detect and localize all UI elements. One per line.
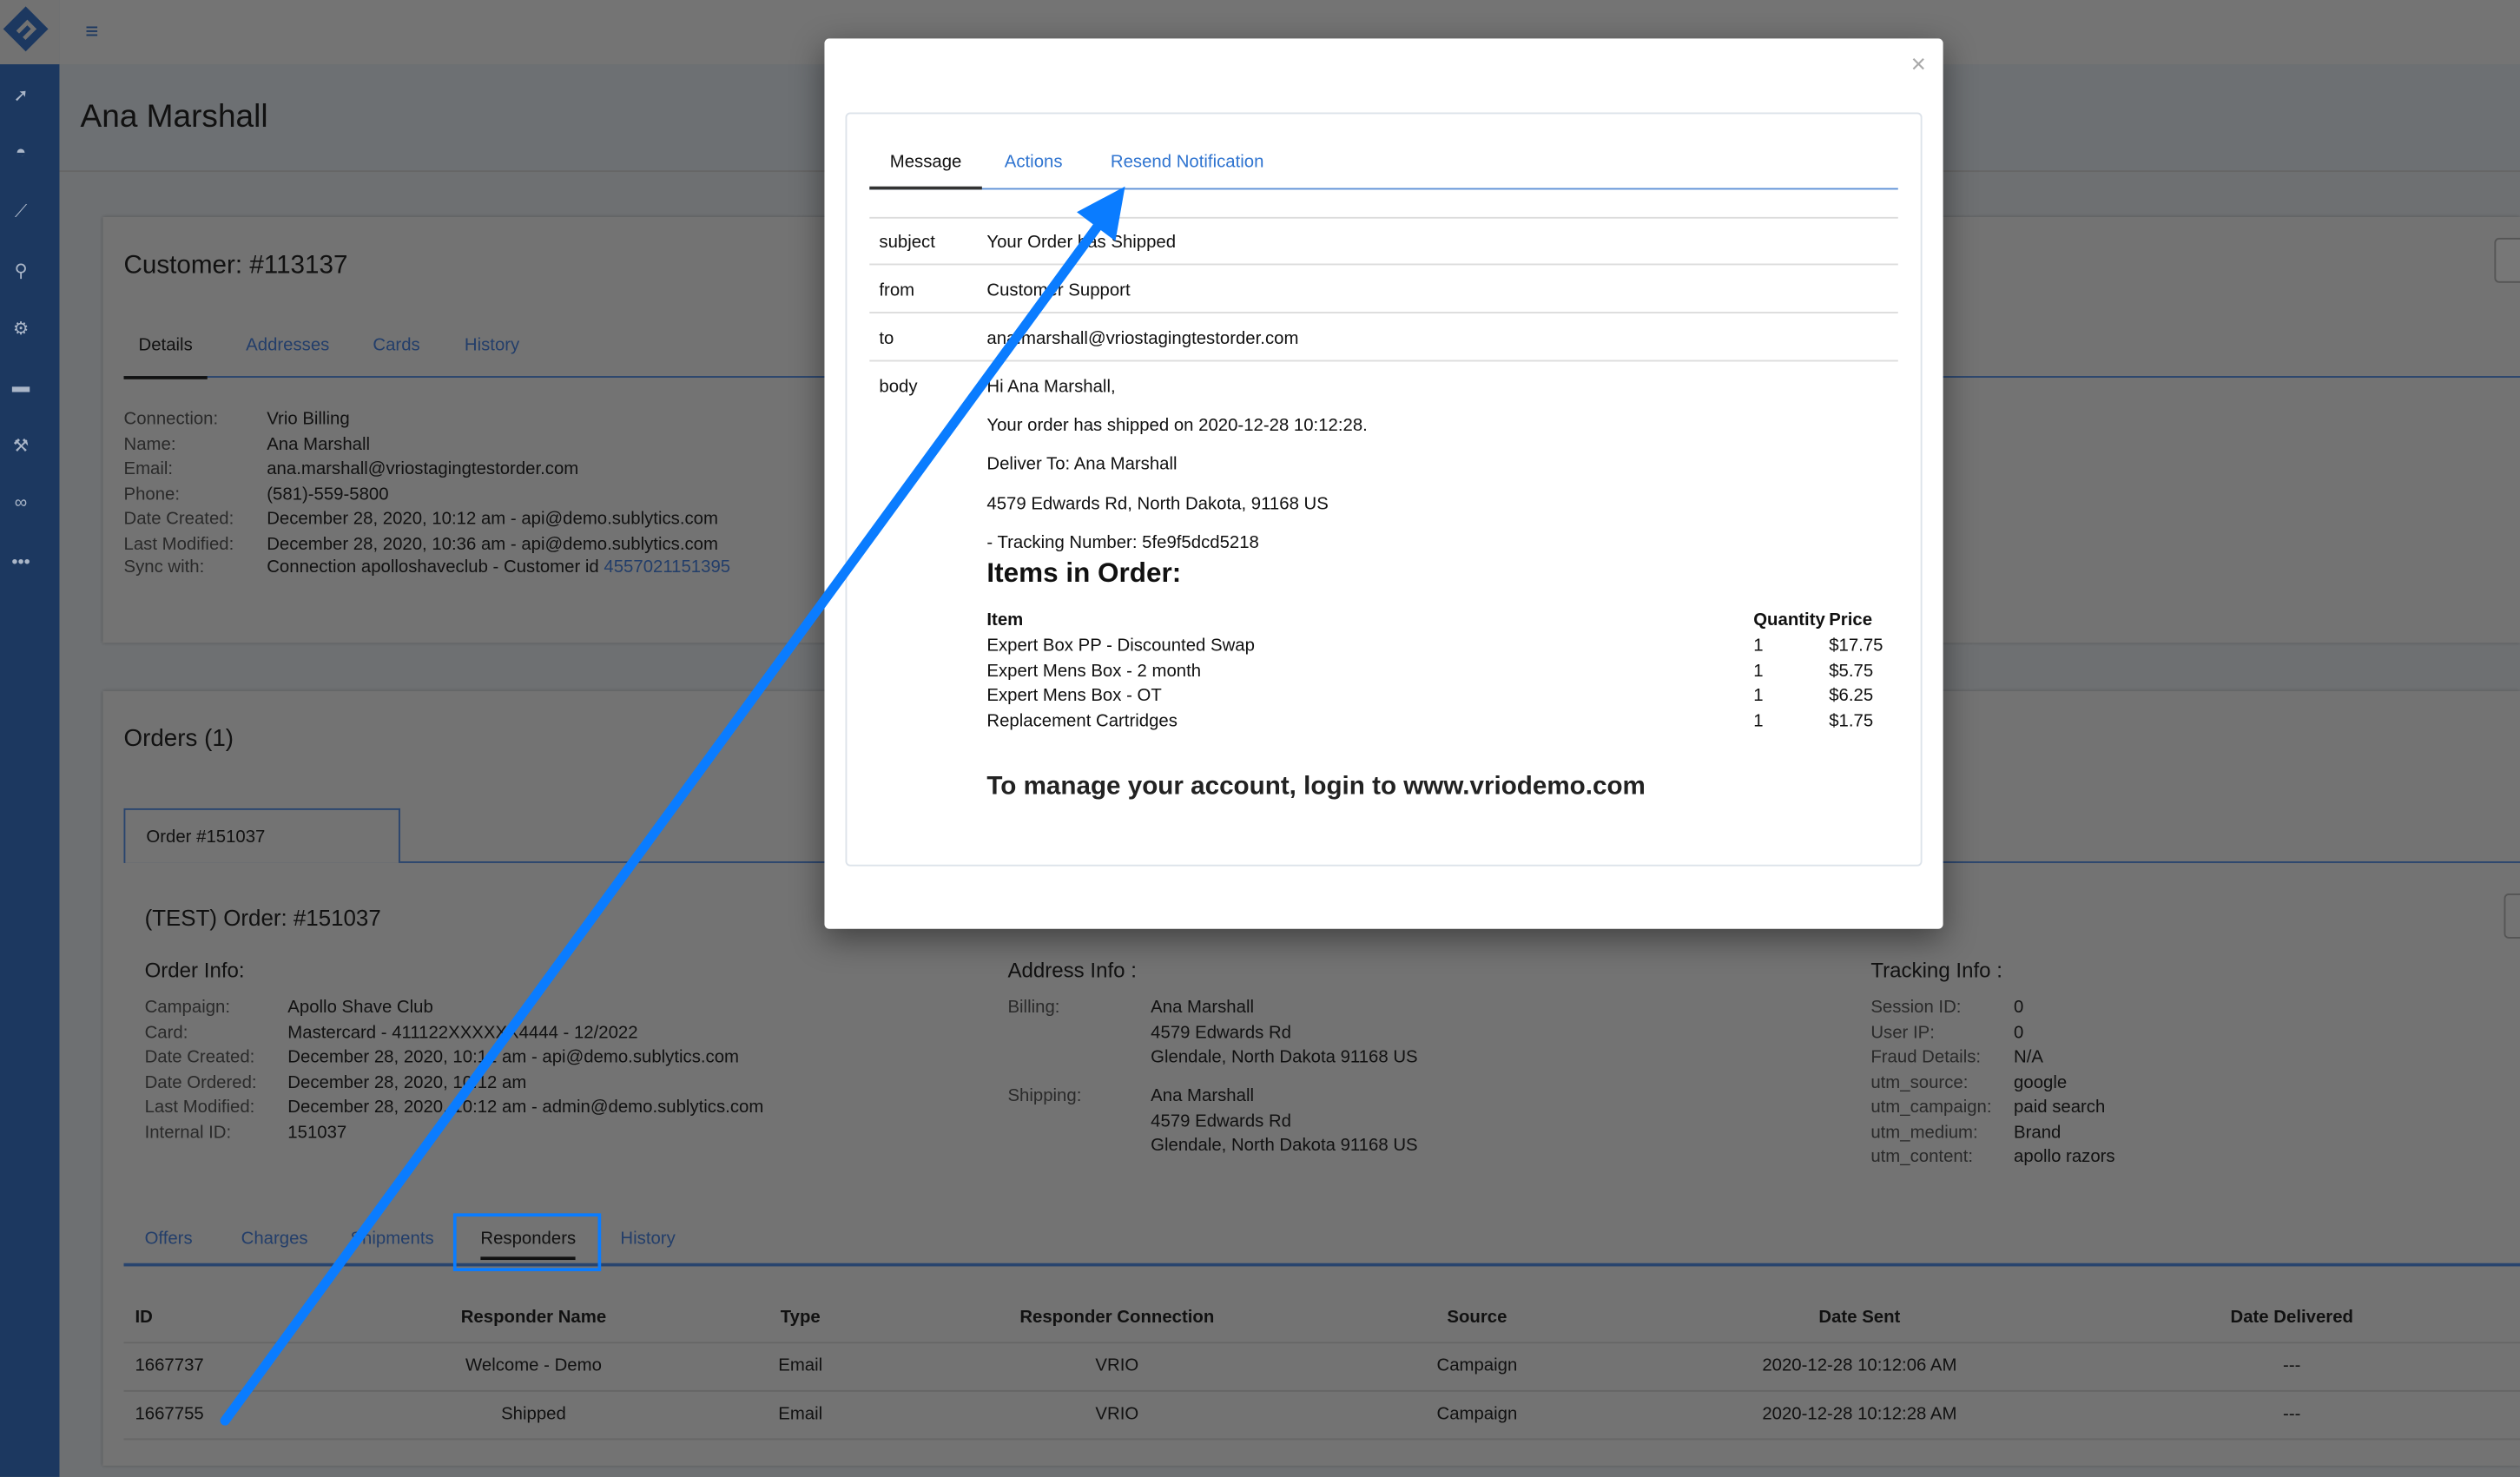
annotation-arrow: [220, 186, 1125, 1426]
app: ≡ ➚ ◓ ⟋ ⚲ ⚙ ▬ ⚒ ∞ ••• Ana Marshall Custo…: [0, 0, 2520, 1477]
